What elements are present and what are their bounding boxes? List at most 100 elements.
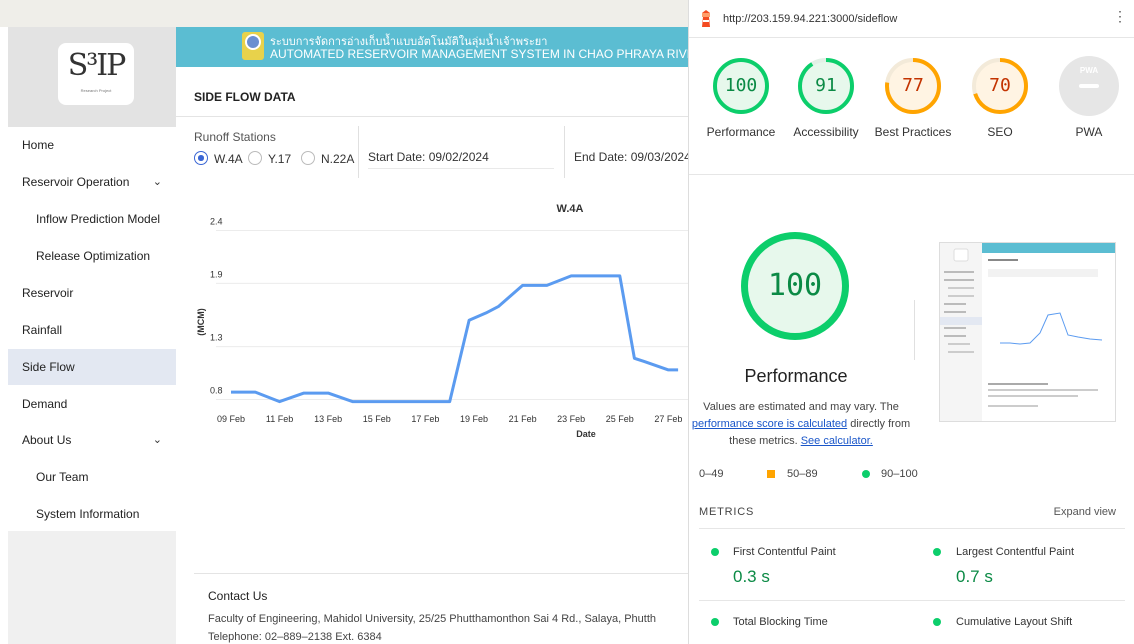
metric-pass-icon	[711, 618, 719, 626]
expand-view-toggle[interactable]: Expand view	[1054, 506, 1116, 518]
sidebar-item-reservoir-operation[interactable]: Reservoir Operation ⌄	[8, 164, 176, 200]
metric-tbt-name: Total Blocking Time	[733, 616, 828, 628]
chart-x-tick-label: 17 Feb	[411, 414, 439, 424]
sidebar: S³IP Research Project Home Reservoir Ope…	[8, 27, 176, 644]
more-options-icon[interactable]: ⋮	[1113, 8, 1127, 25]
divider	[914, 300, 915, 360]
score-label-performance: Performance	[706, 125, 776, 139]
sidebar-item-about-us[interactable]: About Us ⌄	[8, 422, 176, 458]
footer-divider	[194, 573, 688, 574]
chart-x-tick-label: 09 Feb	[217, 414, 245, 424]
sidebar-item-label: Home	[22, 138, 55, 152]
lighthouse-panel: http://203.159.94.221:3000/sideflow ⋮ 10…	[688, 0, 1134, 644]
page-screenshot-thumbnail[interactable]	[939, 242, 1116, 422]
side-flow-chart: W.4A (MCM) Date 0.8 1.3 1.9 2.4 09 Feb 11 Fe…	[196, 203, 688, 439]
score-performance: 100	[711, 56, 771, 116]
sidebar-item-label: Demand	[22, 397, 68, 411]
end-date-input[interactable]: End Date: 09/03/2024	[574, 150, 688, 168]
disclaimer-text: directly from	[850, 418, 911, 430]
score-value: 100	[724, 75, 758, 96]
audited-url[interactable]: http://203.159.94.221:3000/sideflow	[723, 13, 897, 25]
divider	[699, 528, 1125, 529]
chart-x-tick-label: 23 Feb	[557, 414, 585, 424]
chart-x-tick-label: 25 Feb	[606, 414, 634, 424]
chart-y-tick-label: 2.4	[210, 217, 223, 227]
score-best-practices: 77	[883, 56, 943, 116]
lighthouse-logo-icon	[702, 10, 710, 27]
sidebar-item-side-flow[interactable]: Side Flow	[8, 349, 176, 385]
disclaimer-text: Values are estimated and may vary. The	[703, 401, 899, 413]
radio-n22a[interactable]	[301, 151, 315, 165]
chart-x-tick-label: 21 Feb	[509, 414, 537, 424]
divider	[176, 116, 688, 117]
pwa-badge-icon[interactable]: PWA	[1059, 56, 1119, 116]
logo-subtitle: Research Project	[80, 88, 112, 93]
metric-pass-icon	[933, 548, 941, 556]
chart-x-tick-label: 11 Feb	[266, 414, 293, 424]
chart-y-tick-label: 1.9	[210, 269, 223, 279]
contact-title: Contact Us	[208, 589, 268, 603]
score-label-best-practices: Best Practices	[874, 125, 952, 139]
start-date-input[interactable]: Start Date: 09/02/2024	[368, 150, 554, 168]
sidebar-item-label: Rainfall	[22, 323, 63, 337]
runoff-stations-label: Runoff Stations	[194, 130, 276, 144]
performance-disclaimer: Values are estimated and may vary. The p…	[689, 399, 913, 450]
sidebar-item-rainfall[interactable]: Rainfall	[8, 312, 176, 348]
logo-area: S³IP Research Project	[8, 27, 176, 127]
radio-label-w4a: W.4A	[214, 152, 243, 166]
page-title: SIDE FLOW DATA	[194, 90, 296, 104]
score-calculated-link[interactable]: performance score is calculated	[692, 418, 847, 430]
chart-x-tick-label: 15 Feb	[363, 414, 391, 424]
filter-separator	[564, 126, 565, 178]
chart-x-tick-label: 19 Feb	[460, 414, 488, 424]
divider	[689, 174, 1134, 175]
chart-series-line	[231, 274, 679, 404]
sidebar-footer	[8, 531, 176, 644]
chart-y-tick-label: 1.3	[210, 333, 223, 343]
chart-y-axis-label: (MCM)	[196, 308, 206, 336]
chart-y-tick-label: 0.8	[210, 385, 223, 395]
sidebar-item-system-information[interactable]: System Information	[8, 496, 176, 532]
sidebar-item-label: About Us	[22, 433, 72, 447]
performance-main-label: Performance	[744, 366, 848, 386]
sidebar-item-home[interactable]: Home	[8, 127, 176, 163]
score-value: 77	[902, 75, 924, 96]
browser-top-strip	[0, 0, 688, 27]
screenshot-root: S³IP Research Project Home Reservoir Ope…	[0, 0, 1134, 644]
sidebar-item-inflow-prediction[interactable]: Inflow Prediction Model	[8, 201, 176, 237]
sidebar-item-reservoir[interactable]: Reservoir	[8, 275, 176, 311]
metrics-header: METRICS	[699, 506, 755, 518]
score-value: 70	[989, 75, 1011, 96]
sidebar-item-release-optimization[interactable]: Release Optimization	[8, 238, 176, 274]
lighthouse-url-bar: http://203.159.94.221:3000/sideflow ⋮	[689, 0, 1134, 38]
radio-y17[interactable]	[248, 151, 262, 165]
chart-x-axis-label: Date	[576, 429, 596, 439]
see-calculator-link[interactable]: See calculator.	[801, 435, 873, 447]
metric-fcp-value: 0.3 s	[733, 567, 770, 586]
sidebar-item-label: Reservoir	[22, 286, 74, 300]
sidebar-nav: Home Reservoir Operation ⌄ Inflow Predict…	[8, 127, 176, 531]
sidebar-item-demand[interactable]: Demand	[8, 386, 176, 422]
chevron-down-icon: ⌄	[152, 434, 162, 446]
metric-pass-icon	[933, 618, 941, 626]
radio-w4a[interactable]	[194, 151, 208, 165]
sidebar-item-label: System Information	[36, 507, 140, 521]
metric-pass-icon	[711, 548, 719, 556]
score-label-pwa: PWA	[1075, 125, 1103, 139]
chevron-down-icon: ⌄	[152, 176, 162, 188]
contact-address: Faculty of Engineering, Mahidol Universi…	[208, 613, 656, 625]
contact-phone: Telephone: 02–889–2138 Ext. 6384	[208, 631, 382, 643]
chart-x-tick-label: 13 Feb	[314, 414, 342, 424]
start-date-underline	[368, 168, 554, 169]
score-label-seo: SEO	[987, 125, 1013, 139]
legend-pass-range: 90–100	[881, 468, 918, 480]
pwa-badge-text: PWA	[1079, 66, 1099, 75]
logo[interactable]: S³IP Research Project	[58, 43, 134, 105]
sidebar-item-label: Inflow Prediction Model	[36, 212, 161, 226]
pass-legend-icon	[862, 470, 870, 478]
divider	[699, 600, 1125, 601]
sidebar-item-our-team[interactable]: Our Team	[8, 459, 176, 495]
radio-label-y17: Y.17	[268, 152, 292, 166]
sidebar-item-label: Release Optimization	[36, 249, 151, 263]
sidebar-item-label: Side Flow	[22, 360, 75, 374]
